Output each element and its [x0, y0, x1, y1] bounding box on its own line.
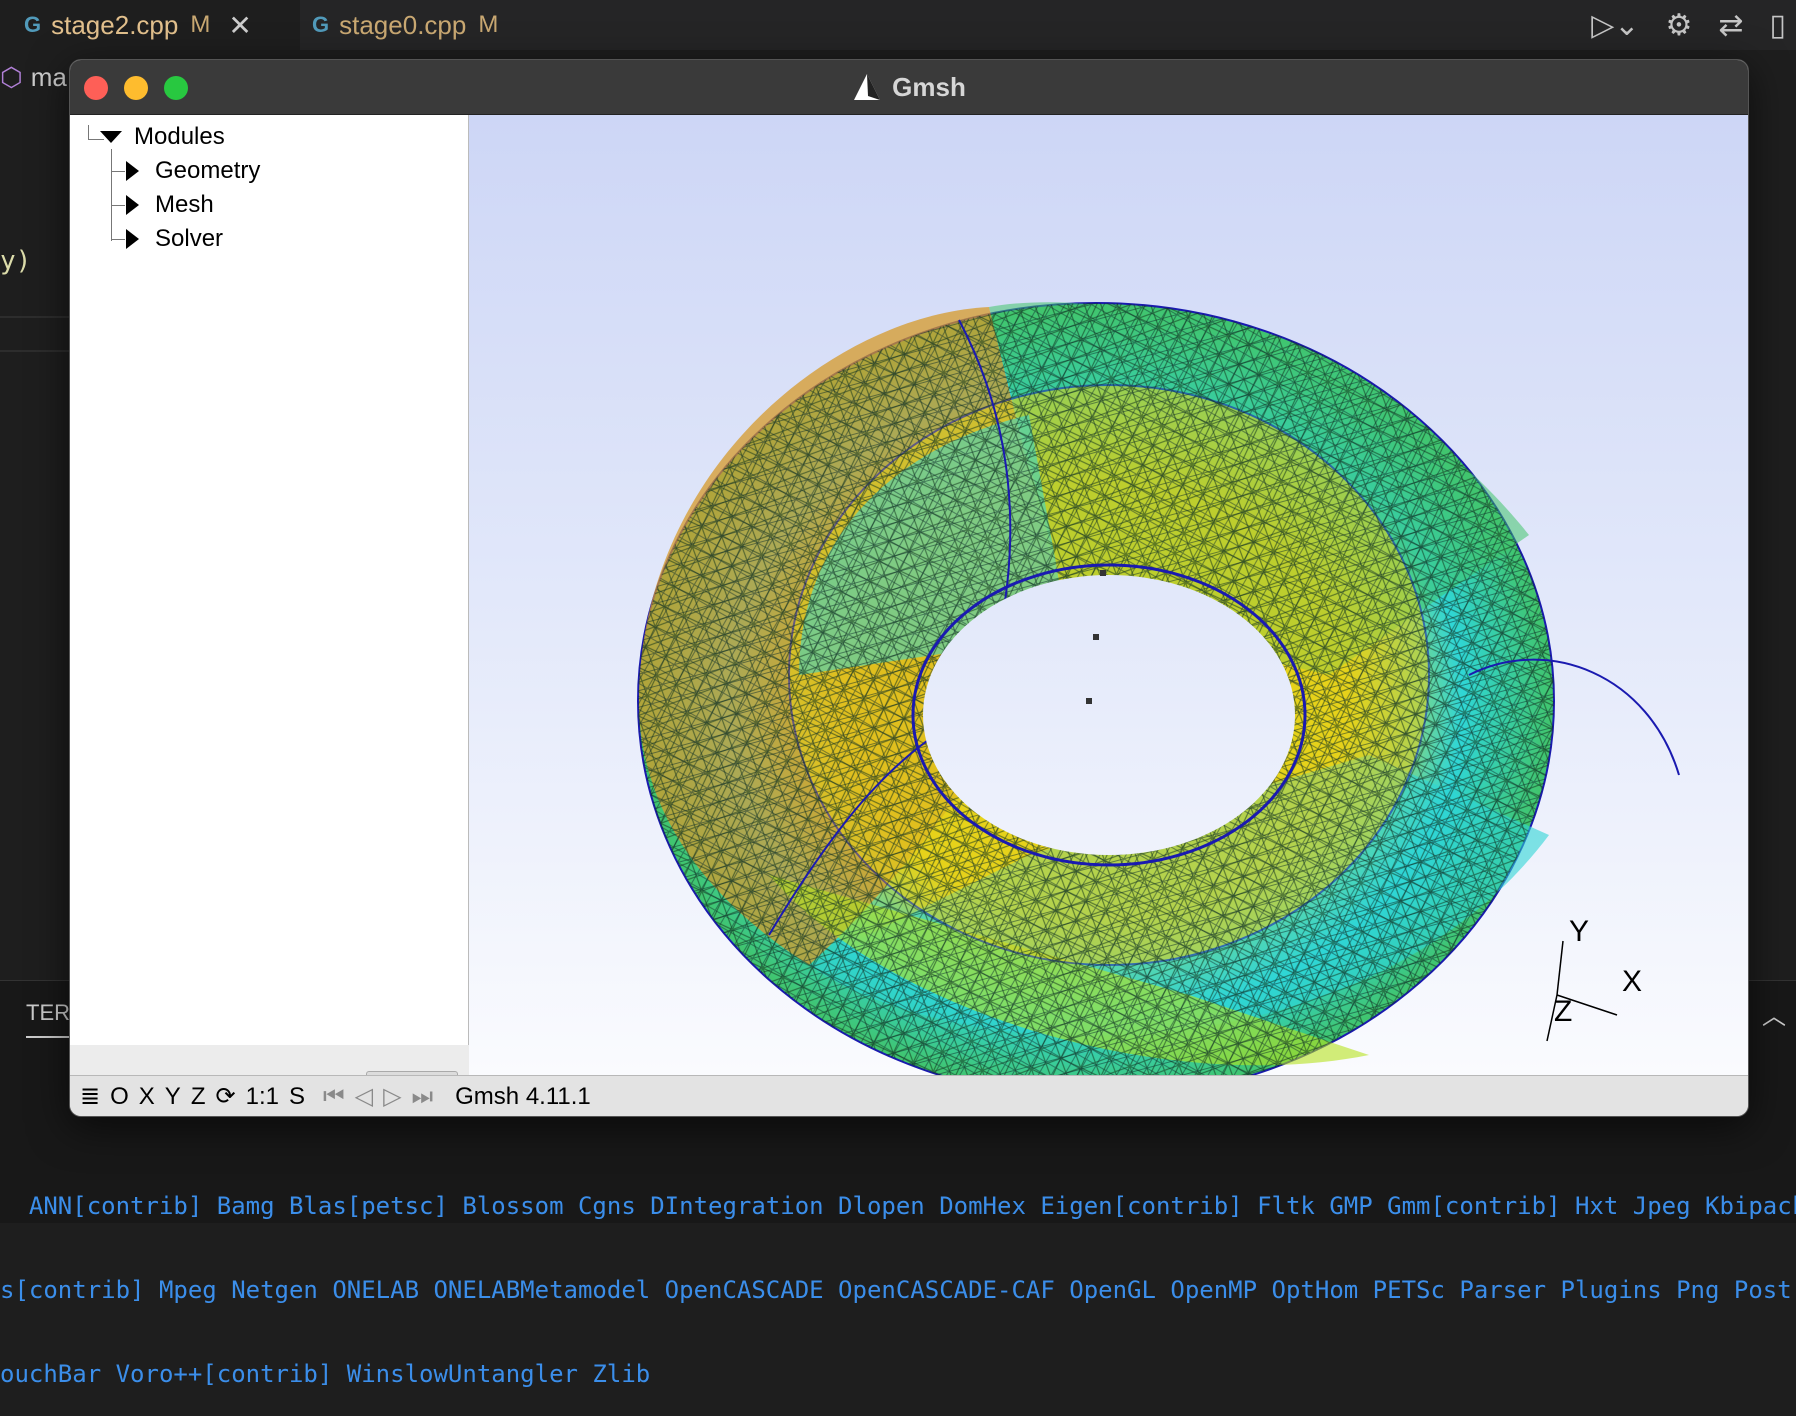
graphics-viewport[interactable]: Y X Z — [469, 115, 1748, 1075]
expand-right-icon[interactable] — [126, 195, 139, 215]
origin-view-button[interactable]: O — [110, 1083, 129, 1111]
expand-right-icon[interactable] — [126, 161, 139, 181]
tree-connector — [111, 149, 112, 241]
tree-item-label: Solver — [155, 225, 224, 252]
tab-label: stage2.cpp — [51, 9, 179, 40]
gmsh-logo-icon — [854, 74, 881, 100]
terminal-output: ANN[contrib] Bamg Blas[petsc] Blossom Cg… — [0, 1136, 1796, 1416]
tree-connector — [111, 205, 125, 206]
step-forward-icon[interactable]: ⏭ — [412, 1083, 434, 1111]
close-icon[interactable]: ✕ — [228, 9, 251, 42]
menu-icon[interactable]: ≣ — [80, 1082, 100, 1111]
split-editor-icon[interactable]: ▯ — [1769, 8, 1786, 43]
version-label: Gmsh 4.11.1 — [455, 1082, 591, 1110]
y-view-button[interactable]: Y — [165, 1083, 181, 1111]
tree-item-geometry[interactable]: Geometry — [126, 157, 260, 185]
tab-stage2[interactable]: G stage2.cpp M ✕ — [0, 0, 300, 50]
divider — [0, 350, 70, 352]
scale-one-button[interactable]: 1:1 — [246, 1083, 279, 1111]
tree-item-solver[interactable]: Solver — [126, 225, 223, 253]
first-step-icon[interactable]: ⏮ — [323, 1083, 345, 1111]
point-marker — [1086, 698, 1092, 704]
terminal-line: ouchBar Voro++[contrib] WinslowUntangler… — [0, 1360, 651, 1388]
tree-item-modules[interactable]: Modules — [100, 123, 225, 151]
breadcrumb[interactable]: ⬡ ma — [0, 62, 67, 93]
point-marker — [1093, 634, 1099, 640]
run-debug-icon[interactable]: ▷⌄ — [1591, 8, 1639, 43]
torus-mesh — [637, 302, 1680, 1075]
terminal-line: s[contrib] Mpeg Netgen ONELAB ONELABMeta… — [0, 1276, 1796, 1304]
tab-stage0[interactable]: G stage0.cpp M — [288, 0, 562, 50]
play-icon[interactable]: ▷ — [383, 1082, 401, 1111]
compare-changes-icon[interactable]: ⇄ — [1718, 8, 1743, 43]
breadcrumb-text: ma — [30, 62, 67, 92]
tree-item-label: Geometry — [155, 157, 261, 184]
cube-icon: ⬡ — [0, 62, 23, 92]
chevron-up-icon[interactable]: ︿ — [1762, 996, 1786, 1031]
tree-item-label: Mesh — [155, 191, 214, 218]
s-button[interactable]: S — [289, 1083, 305, 1111]
code-fragment: y) — [0, 246, 32, 276]
x-view-button[interactable]: X — [139, 1083, 155, 1111]
tree-connector — [111, 239, 125, 240]
gmsh-status-bar: ≣ O X Y Z ⟳ 1:1 S ⏮ ◁ ▷ ⏭ Gmsh 4.11.1 — [70, 1075, 1748, 1116]
gear-icon[interactable]: ⚙ — [1665, 8, 1692, 43]
expand-right-icon[interactable] — [126, 229, 139, 249]
y-axis-label: Y — [1569, 915, 1590, 948]
module-tree-panel: Modules Geometry Mesh Solver ✱ ▽ — [70, 115, 469, 1116]
x-axis-label: X — [1622, 965, 1643, 998]
cpp-file-icon: G — [24, 12, 42, 37]
editor-tab-bar: G stage2.cpp M ✕ G stage0.cpp M ▷⌄ ⚙ ⇄ ▯ — [0, 0, 1796, 50]
window-titlebar[interactable]: Gmsh — [70, 60, 1748, 115]
step-back-icon[interactable]: ◁ — [355, 1082, 373, 1111]
rotate-icon[interactable]: ⟳ — [215, 1082, 235, 1111]
gmsh-window: Gmsh Modules Geometry Mesh Solver ✱ ▽ — [69, 59, 1749, 1117]
divider — [0, 316, 70, 318]
tree-connector — [88, 125, 89, 139]
tree-item-label: Modules — [134, 123, 225, 150]
modified-badge: M — [478, 11, 499, 38]
cpp-file-icon: G — [312, 12, 330, 37]
modified-badge: M — [190, 11, 211, 38]
tab-terminal[interactable]: TER — [26, 1000, 70, 1038]
tree-item-mesh[interactable]: Mesh — [126, 191, 214, 219]
z-axis-label: Z — [1554, 995, 1573, 1028]
expand-down-icon[interactable] — [100, 131, 122, 143]
y-axis-line — [1556, 940, 1564, 996]
terminal-line: ANN[contrib] Bamg Blas[petsc] Blossom Cg… — [0, 1192, 1796, 1220]
point-marker — [1100, 570, 1106, 576]
tree-connector — [111, 171, 125, 172]
z-view-button[interactable]: Z — [191, 1083, 206, 1111]
window-title: Gmsh — [892, 71, 966, 102]
tab-label: stage0.cpp — [339, 9, 467, 40]
